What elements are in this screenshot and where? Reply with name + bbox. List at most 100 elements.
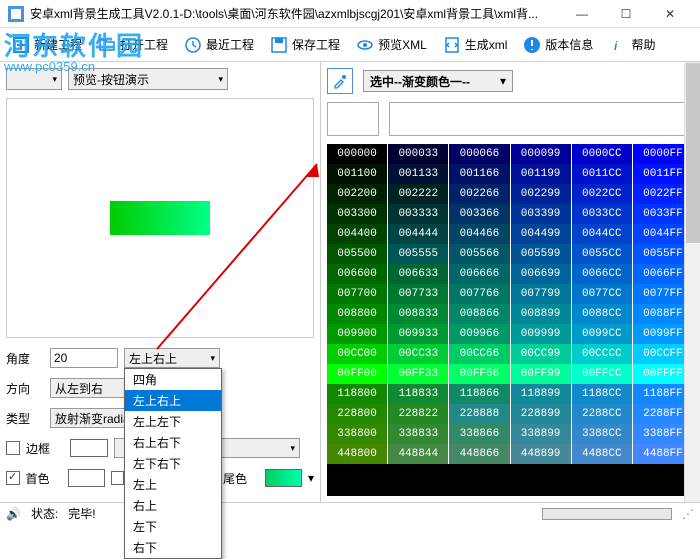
direction-option[interactable]: 左上 bbox=[125, 474, 221, 495]
color-cell[interactable]: 118866 bbox=[449, 384, 510, 404]
color-cell[interactable]: 008833 bbox=[388, 304, 449, 324]
color-cell[interactable]: 3388CC bbox=[572, 424, 633, 444]
minimize-button[interactable]: — bbox=[560, 0, 604, 28]
generate-xml-button[interactable]: 生成xml bbox=[437, 33, 514, 57]
color-cell[interactable]: 005599 bbox=[511, 244, 572, 264]
direction-option[interactable]: 左上左下 bbox=[125, 411, 221, 432]
color-cell[interactable]: 007733 bbox=[388, 284, 449, 304]
color-cell[interactable]: 448844 bbox=[388, 444, 449, 464]
direction-option[interactable]: 左上右上 bbox=[125, 390, 221, 411]
direction-option[interactable]: 右上 bbox=[125, 495, 221, 516]
color-cell[interactable]: 0000CC bbox=[572, 144, 633, 164]
color-cell[interactable]: 448800 bbox=[327, 444, 388, 464]
color-cell[interactable]: 000066 bbox=[449, 144, 510, 164]
color-cell[interactable]: 0055CC bbox=[572, 244, 633, 264]
color-cell[interactable]: 001199 bbox=[511, 164, 572, 184]
color-cell[interactable]: 338833 bbox=[388, 424, 449, 444]
mid-checkbox[interactable] bbox=[111, 471, 125, 485]
color-cell[interactable]: 005555 bbox=[388, 244, 449, 264]
color-cell[interactable]: 008800 bbox=[327, 304, 388, 324]
color-cell[interactable]: 0022CC bbox=[572, 184, 633, 204]
color-cell[interactable]: 008899 bbox=[511, 304, 572, 324]
color-swatch-wide[interactable] bbox=[389, 102, 694, 136]
color-cell[interactable]: 003300 bbox=[327, 204, 388, 224]
open-project-button[interactable]: 打开工程 bbox=[92, 33, 174, 57]
save-project-button[interactable]: 保存工程 bbox=[264, 33, 346, 57]
color-cell[interactable]: 006666 bbox=[449, 264, 510, 284]
direction-option[interactable]: 右下 bbox=[125, 537, 221, 558]
color-cell[interactable]: 008866 bbox=[449, 304, 510, 324]
color-cell[interactable]: 0066CC bbox=[572, 264, 633, 284]
preview-mode-dropdown-2[interactable]: 预览-按钮演示▾ bbox=[68, 68, 228, 90]
color-cell[interactable]: 0033CC bbox=[572, 204, 633, 224]
color-cell[interactable]: 004499 bbox=[511, 224, 572, 244]
tail-color[interactable] bbox=[265, 469, 302, 487]
color-cell[interactable]: 0044CC bbox=[572, 224, 633, 244]
version-info-button[interactable]: 版本信息 bbox=[517, 33, 599, 57]
color-cell[interactable]: 4488CC bbox=[572, 444, 633, 464]
color-cell[interactable]: 005500 bbox=[327, 244, 388, 264]
color-cell[interactable]: 00CC99 bbox=[511, 344, 572, 364]
color-cell[interactable]: 228899 bbox=[511, 404, 572, 424]
color-cell[interactable]: 448866 bbox=[449, 444, 510, 464]
color-cell[interactable]: 1188CC bbox=[572, 384, 633, 404]
color-cell[interactable]: 009900 bbox=[327, 324, 388, 344]
vertical-scrollbar[interactable] bbox=[684, 62, 700, 502]
preview-mode-dropdown-1[interactable]: ▾ bbox=[6, 68, 62, 90]
direction-option[interactable]: 左下右下 bbox=[125, 453, 221, 474]
color-cell[interactable]: 338899 bbox=[511, 424, 572, 444]
color-cell[interactable]: 0011CC bbox=[572, 164, 633, 184]
color-cell[interactable]: 00FF33 bbox=[388, 364, 449, 384]
help-button[interactable]: i帮助 bbox=[603, 33, 661, 57]
color-cell[interactable]: 0077CC bbox=[572, 284, 633, 304]
color-cell[interactable]: 004466 bbox=[449, 224, 510, 244]
color-cell[interactable]: 0088CC bbox=[572, 304, 633, 324]
recent-project-button[interactable]: 最近工程 bbox=[178, 33, 260, 57]
color-cell[interactable]: 118899 bbox=[511, 384, 572, 404]
direction-option[interactable]: 右上右下 bbox=[125, 432, 221, 453]
color-cell[interactable]: 118833 bbox=[388, 384, 449, 404]
color-cell[interactable]: 009999 bbox=[511, 324, 572, 344]
maximize-button[interactable]: ☐ bbox=[604, 0, 648, 28]
new-project-button[interactable]: 新建工程 bbox=[6, 33, 88, 57]
color-cell[interactable]: 00FF00 bbox=[327, 364, 388, 384]
color-cell[interactable]: 006600 bbox=[327, 264, 388, 284]
color-cell[interactable]: 002266 bbox=[449, 184, 510, 204]
close-button[interactable]: ✕ bbox=[648, 0, 692, 28]
primary-color[interactable] bbox=[68, 469, 105, 487]
color-cell[interactable]: 338866 bbox=[449, 424, 510, 444]
color-cell[interactable]: 00FF66 bbox=[449, 364, 510, 384]
color-cell[interactable]: 338800 bbox=[327, 424, 388, 444]
color-cell[interactable]: 0099CC bbox=[572, 324, 633, 344]
color-cell[interactable]: 00CC66 bbox=[449, 344, 510, 364]
color-cell[interactable]: 001166 bbox=[449, 164, 510, 184]
color-cell[interactable]: 002200 bbox=[327, 184, 388, 204]
color-cell[interactable]: 118800 bbox=[327, 384, 388, 404]
primary-checkbox[interactable] bbox=[6, 471, 20, 485]
color-cell[interactable]: 00CC00 bbox=[327, 344, 388, 364]
direction-select[interactable]: 左上右上▾ 四角左上右上左上左下右上右下左下右下左上右上左下右下 bbox=[124, 348, 220, 368]
border-checkbox[interactable] bbox=[6, 441, 20, 455]
color-cell[interactable]: 000000 bbox=[327, 144, 388, 164]
color-cell[interactable]: 228888 bbox=[449, 404, 510, 424]
color-cell[interactable]: 003333 bbox=[388, 204, 449, 224]
resize-grip-icon[interactable]: ⋰ bbox=[682, 507, 694, 521]
color-cell[interactable]: 002299 bbox=[511, 184, 572, 204]
color-cell[interactable]: 001133 bbox=[388, 164, 449, 184]
color-cell[interactable]: 009933 bbox=[388, 324, 449, 344]
color-cell[interactable]: 00FF99 bbox=[511, 364, 572, 384]
color-cell[interactable]: 448899 bbox=[511, 444, 572, 464]
color-cell[interactable]: 000033 bbox=[388, 144, 449, 164]
color-cell[interactable]: 228822 bbox=[388, 404, 449, 424]
color-cell[interactable]: 004444 bbox=[388, 224, 449, 244]
color-cell[interactable]: 007799 bbox=[511, 284, 572, 304]
color-target-select[interactable]: 选中--渐变颜色一--▾ bbox=[363, 70, 513, 92]
preview-xml-button[interactable]: 预览XML bbox=[350, 33, 433, 57]
color-cell[interactable]: 003399 bbox=[511, 204, 572, 224]
eyedropper-button[interactable] bbox=[327, 68, 353, 94]
color-cell[interactable]: 2288CC bbox=[572, 404, 633, 424]
color-cell[interactable]: 006633 bbox=[388, 264, 449, 284]
color-swatch-small[interactable] bbox=[327, 102, 379, 136]
border-color[interactable] bbox=[70, 439, 108, 457]
color-cell[interactable]: 00CCCC bbox=[572, 344, 633, 364]
